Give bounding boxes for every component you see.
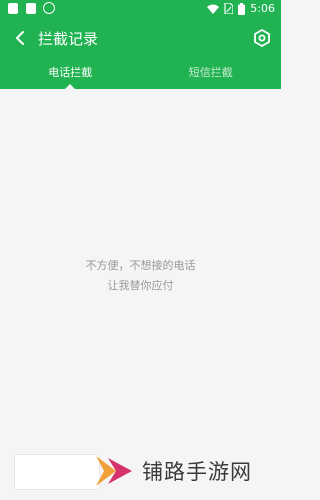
watermark-logo-icon (96, 456, 132, 486)
page-title: 拦截记录 (38, 30, 99, 48)
status-right: 5:06 (207, 2, 275, 15)
empty-state-line: 不方便，不想接的电话 (85, 259, 196, 272)
title-bar: 拦截记录 (0, 19, 281, 57)
settings-button[interactable] (251, 27, 273, 49)
sim-icon (224, 3, 234, 14)
back-button[interactable] (10, 27, 30, 49)
notification-icon (8, 3, 18, 14)
tab-label: 电话拦截 (48, 66, 93, 79)
watermark-text: 铺路手游网 (142, 460, 252, 484)
tab-label: 短信拦截 (188, 66, 233, 79)
clock: 5:06 (250, 2, 275, 15)
empty-state: 不方便，不想接的电话 让我替你应付 (0, 256, 281, 296)
notification-icon (26, 3, 36, 14)
tab-sms-block[interactable]: 短信拦截 (141, 57, 282, 89)
gear-icon (254, 29, 270, 47)
battery-icon (238, 2, 246, 15)
sync-icon (43, 2, 55, 14)
tab-bar: 电话拦截 短信拦截 (0, 57, 281, 89)
chevron-left-icon (16, 31, 24, 45)
watermark: 铺路手游网 (94, 454, 252, 488)
wifi-icon (207, 4, 220, 14)
empty-state-line: 让我替你应付 (107, 279, 174, 292)
header: 5:06 拦截记录 电话拦截 短信拦截 (0, 0, 281, 89)
status-bar: 5:06 (0, 0, 281, 19)
tab-call-block[interactable]: 电话拦截 (0, 57, 141, 89)
bottom-input-box[interactable] (14, 454, 100, 490)
